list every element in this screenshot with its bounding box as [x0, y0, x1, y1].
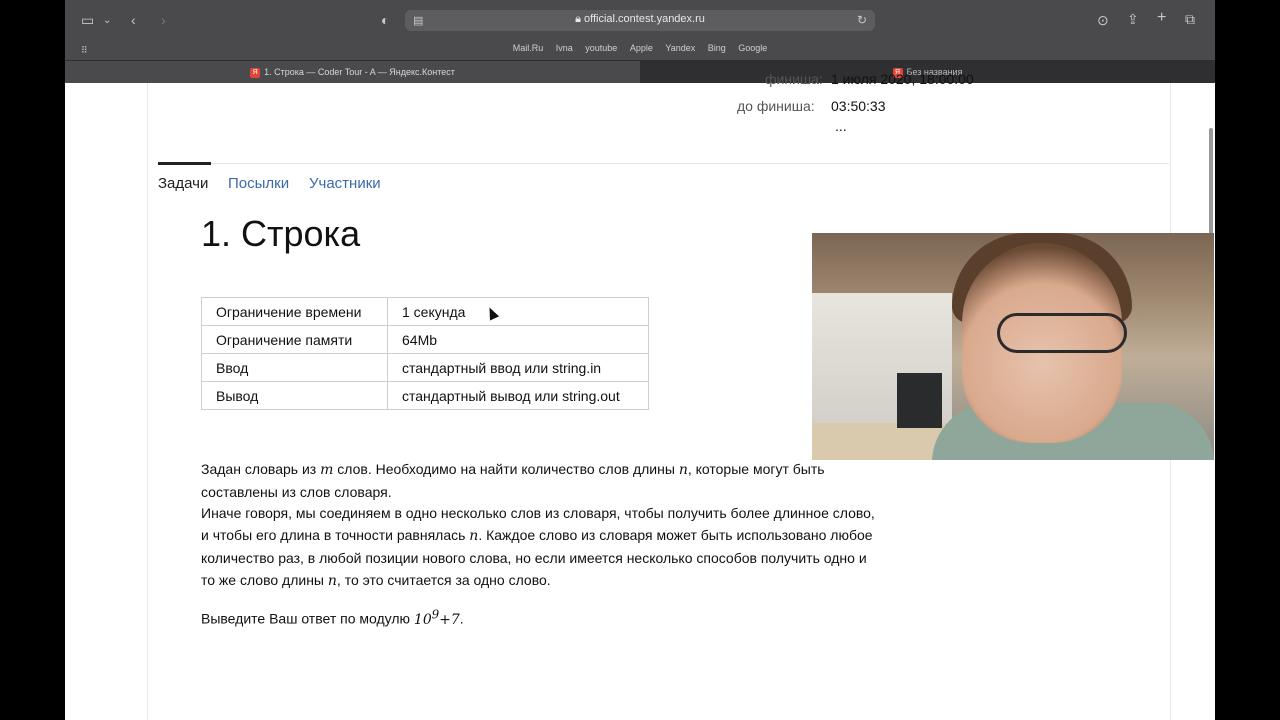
- favorite-link[interactable]: Bing: [708, 43, 726, 53]
- tab-title: 1. Строка — Coder Tour - A — Яндекс.Конт…: [264, 67, 455, 77]
- statement-text: , то это считается за одно слово.: [336, 571, 551, 588]
- nav-divider: [157, 163, 1169, 164]
- limit-key: Ввод: [201, 353, 388, 382]
- math-tail: +7: [439, 611, 460, 628]
- math-variable: n: [327, 572, 337, 589]
- limit-value: стандартный ввод или string.in: [387, 353, 649, 382]
- statement-text: слов. Необходимо на найти количество сло…: [333, 461, 679, 477]
- share-icon[interactable]: ⇪: [1127, 11, 1139, 27]
- back-icon[interactable]: ‹: [131, 12, 136, 28]
- math-modulo: 109+7: [413, 607, 460, 628]
- tab-strip: Я 1. Строка — Coder Tour - A — Яндекс.Кон…: [65, 60, 1215, 83]
- webcam-person-glasses: [997, 313, 1127, 353]
- table-row: Ограничение времени 1 секунда: [201, 297, 649, 326]
- math-variable: m: [320, 462, 334, 478]
- chevron-down-icon[interactable]: ⌄: [103, 13, 111, 29]
- url-label: official.contest.yandex.ru: [584, 13, 705, 25]
- download-icon[interactable]: ⊙: [1097, 12, 1109, 28]
- active-tab-indicator: [158, 162, 211, 165]
- lock-icon: 🔒︎: [575, 13, 585, 25]
- favorites-bar: Mail.Ru Ivna youtube Apple Yandex Bing G…: [65, 43, 1215, 53]
- favorite-link[interactable]: Mail.Ru: [513, 43, 544, 53]
- problem-title: 1. Строка: [201, 213, 361, 254]
- sidebar-toggle-icon[interactable]: ▭: [81, 12, 94, 28]
- address-text[interactable]: 🔒︎ official.contest.yandex.ru: [405, 13, 875, 26]
- browser-tab-active[interactable]: Я 1. Строка — Coder Tour - A — Яндекс.Кон…: [65, 61, 640, 83]
- table-row: Вывод стандартный вывод или string.out: [201, 381, 649, 410]
- remaining-label: до финиша:: [737, 98, 815, 114]
- limit-key: Вывод: [201, 381, 388, 410]
- favorite-link[interactable]: Ivna: [556, 43, 573, 53]
- page-scrollbar[interactable]: [1209, 128, 1213, 248]
- limit-value: 1 секунда: [387, 297, 649, 326]
- reload-icon[interactable]: ↻: [857, 12, 867, 28]
- table-row: Ввод стандартный ввод или string.in: [201, 353, 649, 382]
- math-variable: n: [469, 528, 479, 545]
- math-variable: n: [678, 462, 688, 478]
- favorite-link[interactable]: youtube: [585, 43, 617, 53]
- more-ellipsis[interactable]: ...: [835, 118, 847, 134]
- favorite-link[interactable]: Yandex: [665, 43, 695, 53]
- limits-table: Ограничение времени 1 секунда Ограничени…: [201, 297, 649, 410]
- table-row: Ограничение памяти 64Mb: [201, 325, 649, 354]
- browser-toolbar: ▭ ⌄ ‹ › ◐ ▤ 🔒︎ official.contest.yandex.r…: [65, 0, 1215, 60]
- statement-text: Задан словарь из: [201, 461, 321, 477]
- statement-text: Выведите Ваш ответ по модулю: [201, 610, 414, 627]
- math-base: 10: [413, 611, 432, 628]
- limit-key: Ограничение времени: [201, 297, 388, 326]
- statement-paragraph: Задан словарь из m слов. Необходимо на н…: [201, 459, 881, 592]
- webcam-overlay: [812, 233, 1214, 460]
- favorite-link[interactable]: Google: [738, 43, 767, 53]
- tab-problems[interactable]: Задачи: [158, 175, 208, 192]
- finish-label: финиша:: [765, 71, 823, 87]
- tab-overview-icon[interactable]: ⧉: [1185, 11, 1195, 27]
- tab-participants[interactable]: Участники: [309, 175, 381, 192]
- modulo-paragraph: Выведите Ваш ответ по модулю 109+7.: [201, 604, 881, 631]
- favorite-link[interactable]: Apple: [630, 43, 653, 53]
- limit-value: стандартный вывод или string.out: [387, 381, 649, 410]
- address-bar[interactable]: ▤ 🔒︎ official.contest.yandex.ru ↻: [405, 10, 875, 31]
- limit-key: Ограничение памяти: [201, 325, 388, 354]
- tab-submissions[interactable]: Посылки: [228, 175, 289, 192]
- forward-icon[interactable]: ›: [161, 12, 166, 28]
- limit-value: 64Mb: [387, 325, 649, 354]
- new-tab-icon[interactable]: +: [1157, 10, 1166, 26]
- webcam-desk: [812, 423, 952, 460]
- remaining-value: 03:50:33: [831, 98, 886, 114]
- webcam-monitor: [897, 373, 942, 428]
- yandex-favicon-icon: Я: [250, 67, 261, 78]
- finish-value: 1 июля 2020, 18:00:00: [831, 71, 974, 87]
- statement-text: .: [459, 610, 464, 627]
- shield-icon[interactable]: ◐: [381, 12, 389, 28]
